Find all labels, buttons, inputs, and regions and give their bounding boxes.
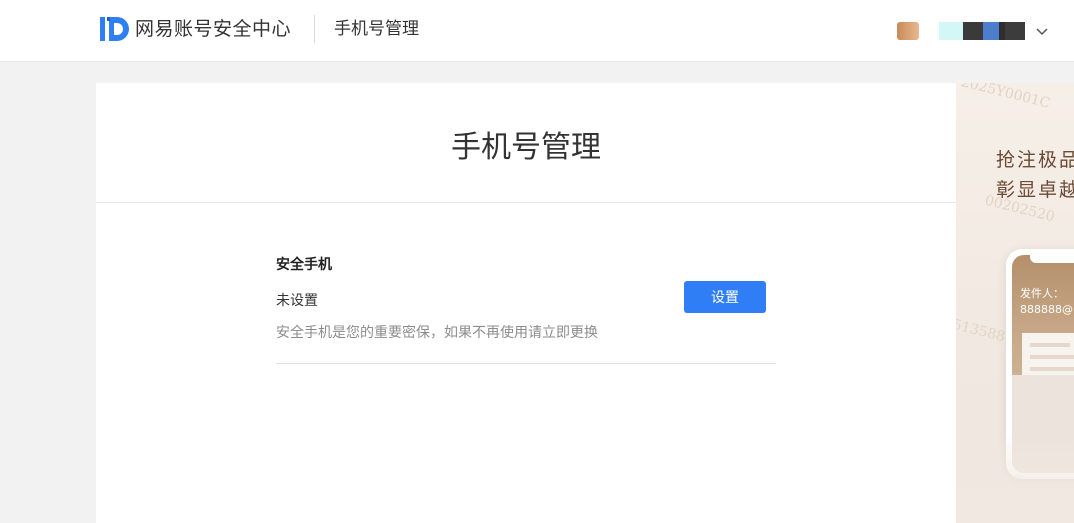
phone-status: 未设置 (276, 293, 318, 309)
top-bar: 网易账号安全中心 手机号管理 (0, 0, 1074, 62)
promo-banner[interactable]: 2025Y0001C 00202520 513588 抢注极品 彰显卓越 发件人… (956, 83, 1074, 523)
security-hint: 安全手机是您的重要密保，如果不再使用请立即更换 (276, 325, 598, 341)
promo-slogan-line2: 彰显卓越 (996, 179, 1074, 201)
promo-fade (956, 433, 1074, 523)
main-card: 手机号管理 安全手机 未设置 设置 安全手机是您的重要密保，如果不再使用请立即更… (96, 83, 956, 523)
account-menu[interactable] (897, 20, 1049, 42)
page-title: 手机号管理 (451, 129, 601, 165)
header-divider (314, 15, 315, 43)
watermark-decoration: 2025Y0001C (959, 83, 1052, 112)
sender-email: 888888@ (1020, 303, 1073, 316)
watermark-decoration: 513588 (956, 316, 1007, 346)
brand-name[interactable]: 网易账号安全中心 (135, 16, 291, 42)
set-phone-button[interactable]: 设置 (684, 281, 766, 313)
phone-notch (1030, 255, 1074, 263)
security-phone-section: 安全手机 未设置 设置 安全手机是您的重要密保，如果不再使用请立即更换 (276, 255, 776, 364)
sender-label: 发件人： (1020, 287, 1064, 300)
card-header: 手机号管理 (96, 83, 956, 203)
id-logo-icon[interactable] (100, 16, 132, 42)
section-title: 安全手机 (276, 257, 332, 273)
masked-account-name (897, 22, 1025, 40)
header-page-title: 手机号管理 (334, 19, 419, 39)
section-divider (276, 363, 776, 364)
chevron-down-icon[interactable] (1035, 24, 1049, 38)
phone-status-row: 未设置 设置 (276, 281, 776, 321)
promo-slogan-line1: 抢注极品 (996, 149, 1074, 171)
